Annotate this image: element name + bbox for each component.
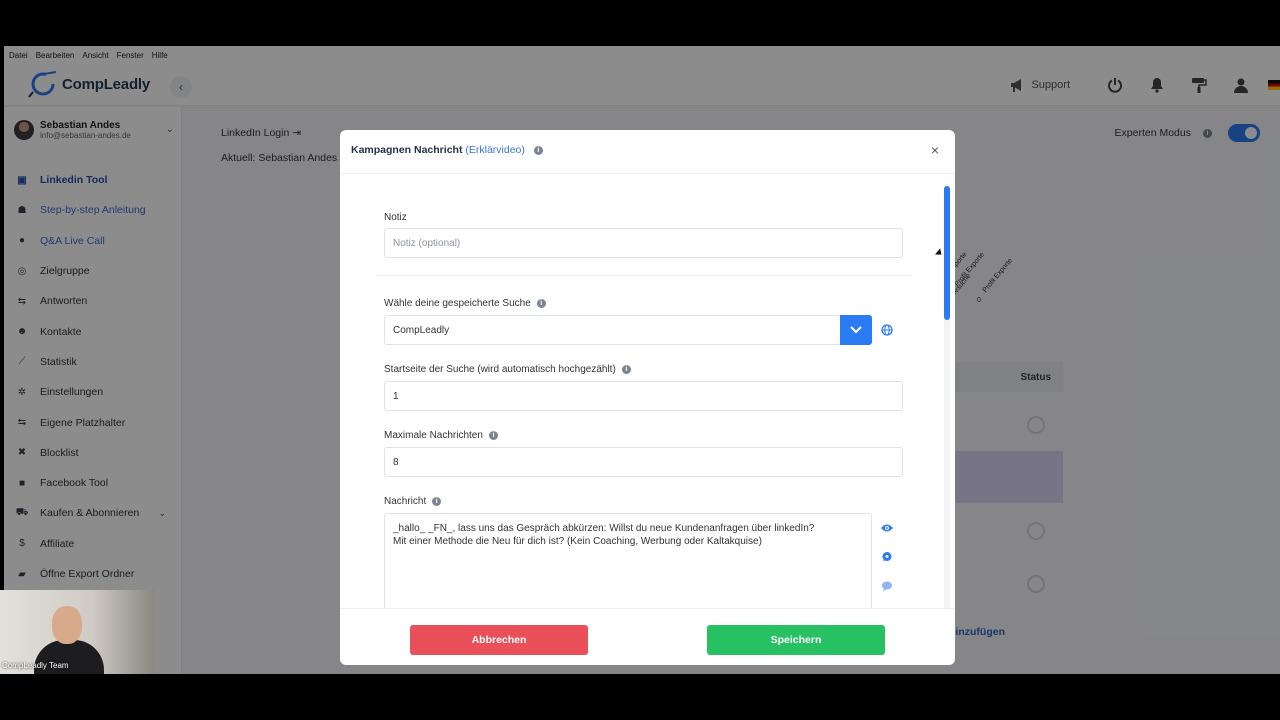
chevron-down-icon <box>850 326 862 334</box>
cancel-button[interactable]: Abbrechen <box>410 625 588 655</box>
screen-frame: Datei Bearbeiten Ansicht Fenster Hilfe C… <box>0 0 1280 720</box>
modal-footer: Abbrechen Speichern <box>340 608 955 665</box>
save-button[interactable]: Speichern <box>707 625 885 655</box>
modal-header: Kampagnen Nachricht (Erklärvideo) i × <box>340 130 955 174</box>
start-page-label-text: Startseite der Suche (wird automatisch h… <box>384 364 616 375</box>
webcam-person-head <box>52 606 82 644</box>
info-icon[interactable]: i <box>432 496 442 506</box>
saved-search-label: Wähle deine gespeicherte Suche i <box>384 298 546 309</box>
select-dropdown-button[interactable] <box>840 315 872 345</box>
info-icon[interactable]: i <box>488 430 498 440</box>
message-textarea[interactable]: _hallo_ _FN_, lass uns das Gespräch abkü… <box>384 513 872 608</box>
max-messages-input[interactable]: 8 <box>384 447 903 477</box>
note-input[interactable]: Notiz (optional) <box>384 228 903 258</box>
close-icon[interactable]: × <box>931 142 939 158</box>
app-window: Datei Bearbeiten Ansicht Fenster Hilfe C… <box>4 46 1280 674</box>
eye-icon[interactable] <box>881 522 893 534</box>
campaign-message-modal: Kampagnen Nachricht (Erklärvideo) i × No… <box>340 130 955 665</box>
message-line: Mit einer Methode die Neu für dich ist? … <box>393 536 762 547</box>
comment-icon[interactable] <box>881 551 893 563</box>
info-icon[interactable]: i <box>536 298 546 308</box>
info-icon[interactable]: i <box>533 145 543 155</box>
message-label: Nachricht i <box>384 496 442 507</box>
start-page-label: Startseite der Suche (wird automatisch h… <box>384 364 631 375</box>
webcam-overlay: CompLeadly Team <box>0 590 154 674</box>
globe-icon[interactable] <box>881 324 893 336</box>
modal-title: Kampagnen Nachricht (Erklärvideo) i <box>351 144 543 156</box>
note-label: Notiz <box>384 212 407 223</box>
webcam-label: CompLeadly Team <box>2 661 69 670</box>
modal-body: Notiz Notiz (optional) Wähle deine gespe… <box>350 176 942 608</box>
chat-bubble-icon[interactable] <box>881 580 893 592</box>
modal-scrollbar-thumb[interactable] <box>944 186 950 320</box>
max-messages-label-text: Maximale Nachrichten <box>384 430 483 441</box>
message-line: _hallo_ _FN_, lass uns das Gespräch abkü… <box>393 523 815 534</box>
explainer-video-link[interactable]: (Erklärvideo) <box>465 144 525 156</box>
info-icon[interactable]: i <box>621 364 631 374</box>
saved-search-label-text: Wähle deine gespeicherte Suche <box>384 298 531 309</box>
modal-title-text: Kampagnen Nachricht <box>351 144 463 156</box>
message-label-text: Nachricht <box>384 496 427 507</box>
start-page-input[interactable]: 1 <box>384 381 903 411</box>
saved-search-select[interactable]: CompLeadly <box>384 315 842 345</box>
max-messages-label: Maximale Nachrichten i <box>384 430 498 441</box>
divider <box>377 275 911 276</box>
